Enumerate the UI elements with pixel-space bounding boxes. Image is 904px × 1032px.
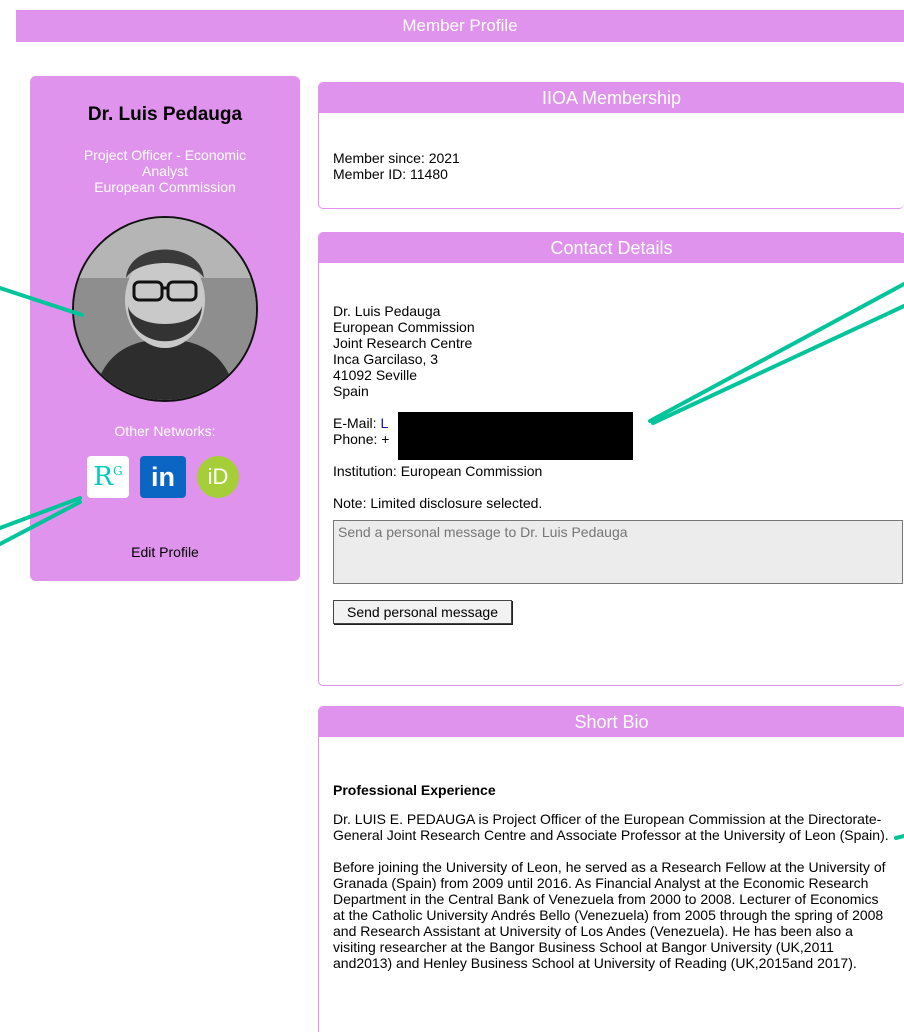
researchgate-icon[interactable]: RG [87, 456, 129, 498]
avatar-photo [74, 218, 256, 400]
profile-card: Dr. Luis Pedauga Project Officer - Econo… [30, 76, 300, 581]
contact-title: Contact Details [319, 233, 904, 263]
other-networks-title: Other Networks: [114, 423, 216, 439]
profile-role: Project Officer - Economic Analyst Europ… [60, 147, 270, 195]
membership-title: IIOA Membership [319, 83, 904, 113]
page-title: Member Profile [402, 16, 518, 35]
bio-heading: Professional Experience [333, 782, 496, 798]
address-line: Spain [333, 383, 369, 399]
bio-title: Short Bio [319, 707, 904, 737]
avatar [72, 216, 258, 402]
bio-paragraph: Before joining the University of Leon, h… [333, 859, 886, 971]
role-line-2: Analyst [142, 163, 188, 179]
postal-address: Dr. Luis Pedauga European Commission Joi… [333, 303, 890, 399]
disclosure-note: Note: Limited disclosure selected. [333, 495, 543, 511]
network-icons: RG in iD [87, 456, 243, 498]
institution: Institution: European Commission [333, 463, 543, 479]
address-line: Dr. Luis Pedauga [333, 303, 441, 319]
membership-card: IIOA Membership Member since: 2021 Membe… [318, 82, 904, 209]
personal-message-input[interactable] [333, 520, 903, 584]
address-line: Inca Garcilaso, 3 [333, 351, 439, 367]
orcid-icon[interactable]: iD [197, 456, 239, 498]
bio-card: Short Bio Professional Experience Dr. LU… [318, 706, 904, 1032]
member-since: Member since: 2021 [333, 150, 460, 166]
profile-name: Dr. Luis Pedauga [87, 104, 243, 125]
address-line: Joint Research Centre [333, 335, 473, 351]
linkedin-icon[interactable]: in [140, 456, 186, 498]
member-id: Member ID: 11480 [333, 166, 448, 182]
address-line: European Commission [333, 319, 475, 335]
edit-profile-link[interactable]: Edit Profile [30, 544, 300, 560]
redaction-box [398, 412, 633, 460]
page-title-bar: Member Profile [16, 10, 904, 42]
contact-card: Contact Details Dr. Luis Pedauga Europea… [318, 232, 904, 686]
send-message-button[interactable]: Send personal message [333, 600, 512, 624]
email-link[interactable]: L [380, 415, 388, 431]
bio-paragraph: Dr. LUIS E. PEDAUGA is Project Officer o… [333, 811, 889, 843]
address-line: 41092 Seville [333, 367, 418, 383]
role-line-1: Project Officer - Economic [83, 147, 247, 163]
profile-organization: European Commission [94, 179, 236, 195]
email-label: E-Mail: [333, 415, 381, 431]
